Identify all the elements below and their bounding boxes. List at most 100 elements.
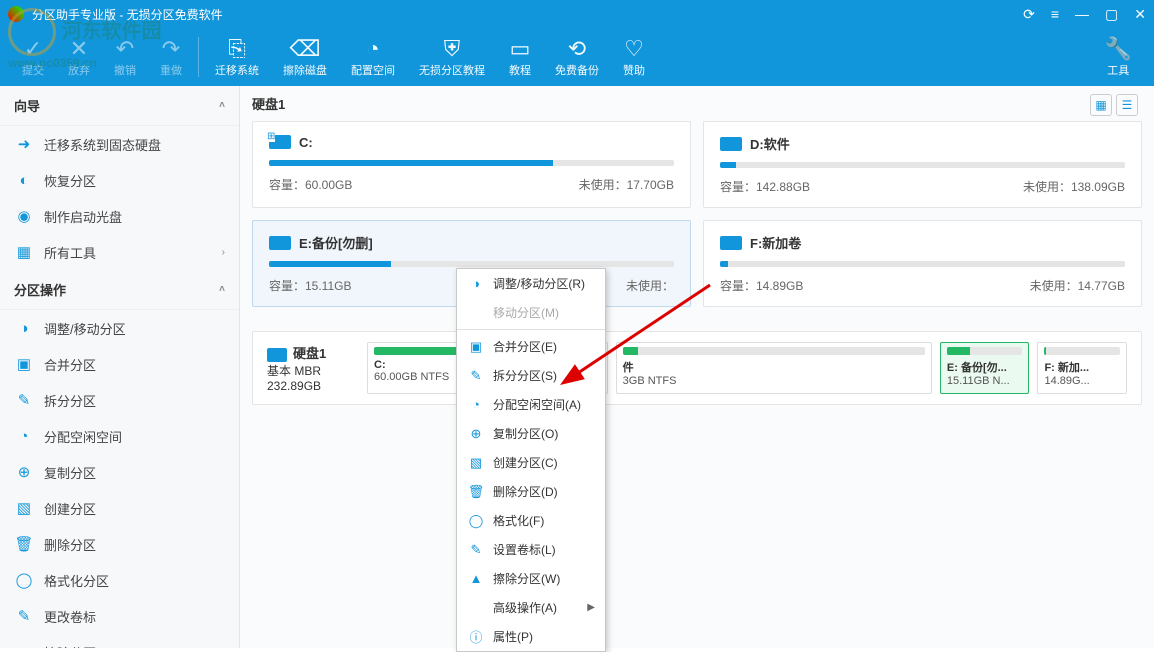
menu-item-label: 合并分区(E) xyxy=(493,338,557,355)
context-menu-item[interactable]: ▣ 合并分区(E) xyxy=(457,332,605,361)
sidebar-item[interactable]: ◔分配空闲空间 xyxy=(0,418,239,454)
migrate-icon: ⎘ xyxy=(228,36,246,62)
mini-partition[interactable]: 件3GB NTFS xyxy=(616,342,932,394)
sidebar-item-label: 拆分分区 xyxy=(44,391,96,410)
context-menu-item[interactable]: ▧创建分区(C) xyxy=(457,448,605,477)
redo-button[interactable]: ↷重做 xyxy=(148,32,194,82)
item-icon: ◔ xyxy=(14,426,34,446)
mini-partition[interactable]: E: 备份[勿...15.11GB N... xyxy=(940,342,1030,394)
context-menu-item[interactable]: ▲擦除分区(W) xyxy=(457,564,605,593)
context-menu-item[interactable]: ◯ 格式化(F) xyxy=(457,506,605,535)
check-icon: ✓ xyxy=(24,36,42,62)
chevron-right-icon: ▶ xyxy=(587,602,595,613)
discard-button[interactable]: ✕放弃 xyxy=(56,32,102,82)
context-menu-item[interactable]: ✎ 拆分分区(S) xyxy=(457,361,605,390)
context-menu-item[interactable]: ⓘ 属性(P) xyxy=(457,622,605,651)
menu-item-label: 格式化(F) xyxy=(493,512,544,529)
menu-item-label: 拆分分区(S) xyxy=(493,367,557,384)
usage-bar xyxy=(720,162,1125,168)
partition-card[interactable]: F:新加卷 容量：14.89GB未使用：14.77GB xyxy=(703,220,1142,307)
chevron-right-icon: › xyxy=(222,247,225,258)
usage-bar xyxy=(269,160,674,166)
mini-name: E: 备份[勿... xyxy=(947,359,1023,375)
sidebar-item[interactable]: ▧创建分区 xyxy=(0,490,239,526)
submit-button[interactable]: ✓提交 xyxy=(10,32,56,82)
partition-card[interactable]: D:软件 容量：142.88GB未使用：138.09GB xyxy=(703,121,1142,208)
menu-item-icon: ▣ xyxy=(467,339,485,355)
mini-name: 件 xyxy=(623,359,925,375)
help-button[interactable]: ▭教程 xyxy=(497,32,543,82)
menu-item-icon: ◯ xyxy=(467,513,485,529)
tools-button[interactable]: 🔧工具 xyxy=(1093,32,1144,82)
item-icon: ◑ xyxy=(14,318,34,338)
usage-bar xyxy=(269,261,674,267)
maximize-icon[interactable]: ▢ xyxy=(1105,6,1118,23)
title-bar: 分区助手专业版 - 无损分区免费软件 ⟳ ≡ — ▢ ✕ xyxy=(0,0,1154,28)
free-label: 未使用： xyxy=(626,277,674,294)
partition-card[interactable]: C: 容量：60.00GB未使用：17.70GB xyxy=(252,121,691,208)
mini-partition[interactable]: F: 新加...14.89G... xyxy=(1037,342,1127,394)
redo-icon: ↷ xyxy=(162,36,180,62)
refresh-icon[interactable]: ⟳ xyxy=(1023,6,1035,23)
sidebar-item[interactable]: ⊕复制分区 xyxy=(0,454,239,490)
context-menu-item[interactable]: ◑调整/移动分区(R) xyxy=(457,269,605,298)
sidebar-item[interactable]: ▦所有工具› xyxy=(0,234,239,270)
sidebar-item[interactable]: ✎拆分分区 xyxy=(0,382,239,418)
tutorial-button[interactable]: ⛨无损分区教程 xyxy=(407,32,497,82)
free-label: 未使用：14.77GB xyxy=(1030,277,1125,294)
drive-icon xyxy=(720,236,742,250)
chevron-up-icon: ˄ xyxy=(219,100,225,111)
sidebar-item[interactable]: ◑ 调整/移动分区 xyxy=(0,310,239,346)
menu-item-icon: ▧ xyxy=(467,455,485,471)
menu-item-label: 复制分区(O) xyxy=(493,425,558,442)
config-icon: ◔ xyxy=(366,36,379,62)
item-icon: ➜ xyxy=(14,134,34,154)
sidebar-item-label: 迁移系统到固态硬盘 xyxy=(44,135,161,154)
sidebar-item[interactable]: ◐恢复分区 xyxy=(0,162,239,198)
menu-item-label: 高级操作(A) xyxy=(493,599,557,616)
sidebar-item[interactable]: ◉制作启动光盘 xyxy=(0,198,239,234)
context-menu-item[interactable]: ◔ 分配空闲空间(A) xyxy=(457,390,605,419)
sidebar-item-label: 更改卷标 xyxy=(44,607,96,626)
menu-item-icon: ⓘ xyxy=(467,629,485,645)
menu-item-icon: ⊕ xyxy=(467,426,485,442)
backup-button[interactable]: ⟲免费备份 xyxy=(543,32,611,82)
menu-item-label: 设置卷标(L) xyxy=(493,541,556,558)
close-icon[interactable]: ✕ xyxy=(1134,6,1146,23)
config-button[interactable]: ◔配置空间 xyxy=(339,32,407,82)
sidebar-item[interactable]: ➜ 迁移系统到固态硬盘 xyxy=(0,126,239,162)
menu-item-label: 属性(P) xyxy=(493,628,533,645)
minimize-icon[interactable]: — xyxy=(1075,6,1089,23)
menu-item-label: 分配空闲空间(A) xyxy=(493,396,581,413)
wipe-button[interactable]: ⌫擦除磁盘 xyxy=(271,32,339,82)
menu-item-icon: 🗑 xyxy=(467,484,485,500)
sidebar-item[interactable]: 🗑删除分区 xyxy=(0,526,239,562)
capacity-label: 容量：14.89GB xyxy=(720,277,803,294)
undo-button[interactable]: ↶撤销 xyxy=(102,32,148,82)
context-menu-item[interactable]: 高级操作(A) ▶ xyxy=(457,593,605,622)
disk-strip: 硬盘1 基本 MBR 232.89GB C:60.00GB NTFS件3GB N… xyxy=(252,331,1142,405)
sidebar-item-label: 调整/移动分区 xyxy=(44,319,126,338)
shield-icon: ⛨ xyxy=(444,36,461,62)
context-menu-item[interactable]: 🗑删除分区(D) xyxy=(457,477,605,506)
menu-item-icon: ◔ xyxy=(467,397,485,413)
migrate-button[interactable]: ⎘迁移系统 xyxy=(203,32,271,82)
context-menu-item[interactable]: ✎设置卷标(L) xyxy=(457,535,605,564)
capacity-label: 容量：142.88GB xyxy=(720,178,810,195)
wizard-header[interactable]: 向导˄ xyxy=(0,86,239,126)
menu-icon[interactable]: ≡ xyxy=(1051,6,1059,23)
usage-bar xyxy=(720,261,1125,267)
context-menu-item: 移动分区(M) xyxy=(457,298,605,327)
context-menu-item[interactable]: ⊕ 复制分区(O) xyxy=(457,419,605,448)
list-view-icon[interactable]: ☰ xyxy=(1116,94,1138,116)
sidebar-item[interactable]: ▣合并分区 xyxy=(0,346,239,382)
sidebar-item[interactable]: ▲擦除分区 xyxy=(0,634,239,648)
menu-item-icon: ✎ xyxy=(467,368,485,384)
partition-name: D:软件 xyxy=(750,134,790,153)
ops-header[interactable]: 分区操作˄ xyxy=(0,270,239,310)
wrench-icon: 🔧 xyxy=(1105,36,1132,62)
grid-view-icon[interactable]: ▦ xyxy=(1090,94,1112,116)
donate-button[interactable]: ♡赞助 xyxy=(611,32,657,82)
sidebar-item[interactable]: ✎更改卷标 xyxy=(0,598,239,634)
sidebar-item[interactable]: ◯格式化分区 xyxy=(0,562,239,598)
